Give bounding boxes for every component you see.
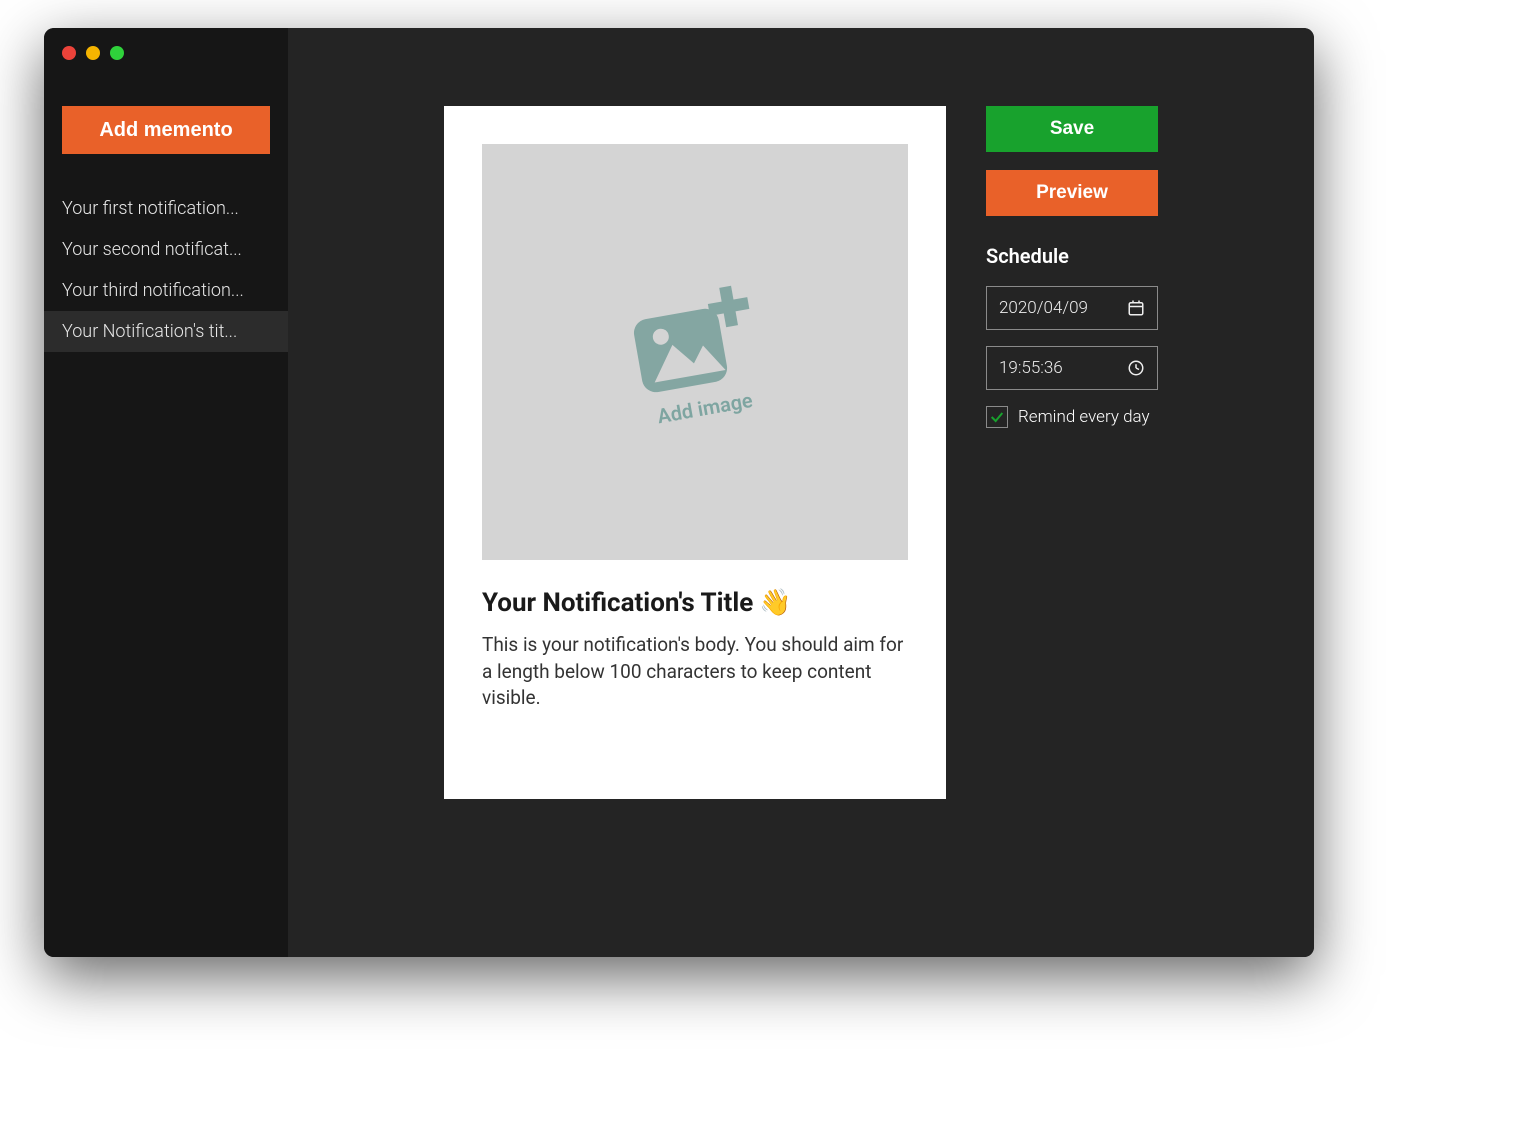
check-icon bbox=[989, 409, 1005, 425]
schedule-time-field[interactable]: 19:55:36 bbox=[986, 346, 1158, 390]
schedule-time-value: 19:55:36 bbox=[999, 358, 1063, 378]
remind-every-day-checkbox[interactable]: Remind every day bbox=[986, 406, 1158, 428]
schedule-heading: Schedule bbox=[986, 244, 1158, 268]
notification-body[interactable]: This is your notification's body. You sh… bbox=[482, 632, 908, 712]
sidebar-item-notification[interactable]: Your second notificat... bbox=[44, 229, 288, 270]
sidebar-item-notification[interactable]: Your first notification... bbox=[44, 188, 288, 229]
close-window-icon[interactable] bbox=[62, 46, 76, 60]
schedule-date-value: 2020/04/09 bbox=[999, 298, 1088, 318]
window-controls bbox=[62, 46, 124, 60]
main-panel: Add image Your Notification's Title 👋 Th… bbox=[288, 28, 1314, 957]
add-memento-button[interactable]: Add memento bbox=[62, 106, 270, 154]
sidebar: Add memento Your first notification... Y… bbox=[44, 28, 288, 957]
notification-title-text: Your Notification's Title bbox=[482, 588, 753, 618]
add-image-icon: Add image bbox=[619, 273, 771, 431]
sidebar-item-notification[interactable]: Your third notification... bbox=[44, 270, 288, 311]
schedule-date-field[interactable]: 2020/04/09 bbox=[986, 286, 1158, 330]
checkbox-box bbox=[986, 406, 1008, 428]
save-button[interactable]: Save bbox=[986, 106, 1158, 152]
notification-title[interactable]: Your Notification's Title 👋 bbox=[482, 588, 908, 618]
remind-every-day-label: Remind every day bbox=[1018, 407, 1150, 427]
calendar-icon bbox=[1127, 299, 1145, 317]
clock-icon bbox=[1127, 359, 1145, 377]
notification-card: Add image Your Notification's Title 👋 Th… bbox=[444, 106, 946, 799]
right-column: Save Preview Schedule 2020/04/09 19:55:3… bbox=[986, 106, 1158, 957]
preview-button[interactable]: Preview bbox=[986, 170, 1158, 216]
add-image-dropzone[interactable]: Add image bbox=[482, 144, 908, 560]
wave-emoji-icon: 👋 bbox=[759, 588, 791, 618]
sidebar-item-notification[interactable]: Your Notification's tit... bbox=[44, 311, 288, 352]
maximize-window-icon[interactable] bbox=[110, 46, 124, 60]
minimize-window-icon[interactable] bbox=[86, 46, 100, 60]
app-window: Add memento Your first notification... Y… bbox=[44, 28, 1314, 957]
